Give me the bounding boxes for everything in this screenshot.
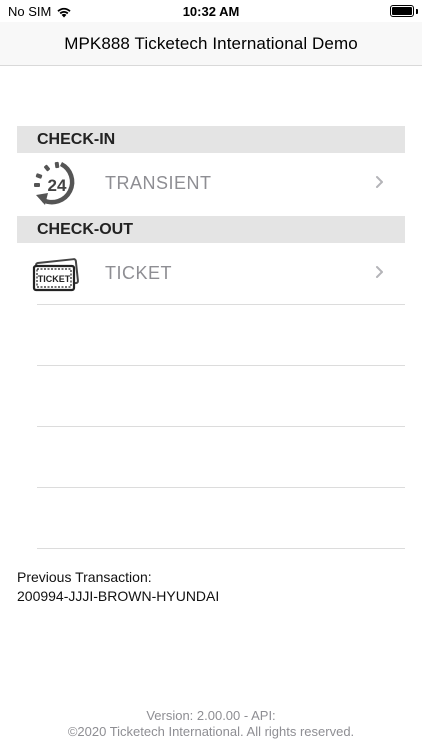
section-header-check-in: CHECK-IN: [17, 126, 405, 153]
row-separator: [37, 304, 405, 305]
section-header-check-out: CHECK-OUT: [17, 216, 405, 243]
transient-label: TRANSIENT: [105, 173, 212, 193]
row-ticket[interactable]: TICKET TICKET: [17, 243, 405, 305]
battery-icon: [390, 5, 414, 17]
version-text: Version: 2.00.00 - API:: [146, 708, 276, 723]
ticket-label: TICKET: [105, 263, 173, 283]
previous-transaction: Previous Transaction: 200994-JJJI-BROWN-…: [17, 568, 219, 606]
navigation-bar: MPK888 Ticketech International Demo: [0, 22, 422, 66]
chevron-right-icon: [376, 266, 383, 278]
svg-text:TICKET: TICKET: [38, 274, 71, 284]
battery-tip: [416, 9, 418, 14]
section-header-label: CHECK-IN: [37, 131, 116, 148]
row-separator: [37, 365, 405, 366]
status-time: 10:32 AM: [182, 4, 240, 19]
copyright-text: ©2020 Ticketech International. All right…: [67, 724, 355, 739]
row-separator: [37, 426, 405, 427]
row-transient[interactable]: 24 TRANSIENT: [17, 153, 405, 215]
row-separator: [37, 548, 405, 549]
clock-24-icon: 24: [34, 161, 75, 205]
previous-transaction-label: Previous Transaction:: [17, 569, 152, 585]
previous-transaction-value: 200994-JJJI-BROWN-HYUNDAI: [17, 588, 220, 604]
svg-text:24: 24: [48, 176, 67, 195]
status-bar: No SIM 10:32 AM: [0, 0, 422, 22]
section-header-label: CHECK-OUT: [37, 221, 133, 238]
page-title: MPK888 Ticketech International Demo: [64, 34, 358, 53]
chevron-right-icon: [376, 176, 383, 188]
row-separator: [37, 487, 405, 488]
ticket-icon: TICKET: [32, 258, 79, 292]
